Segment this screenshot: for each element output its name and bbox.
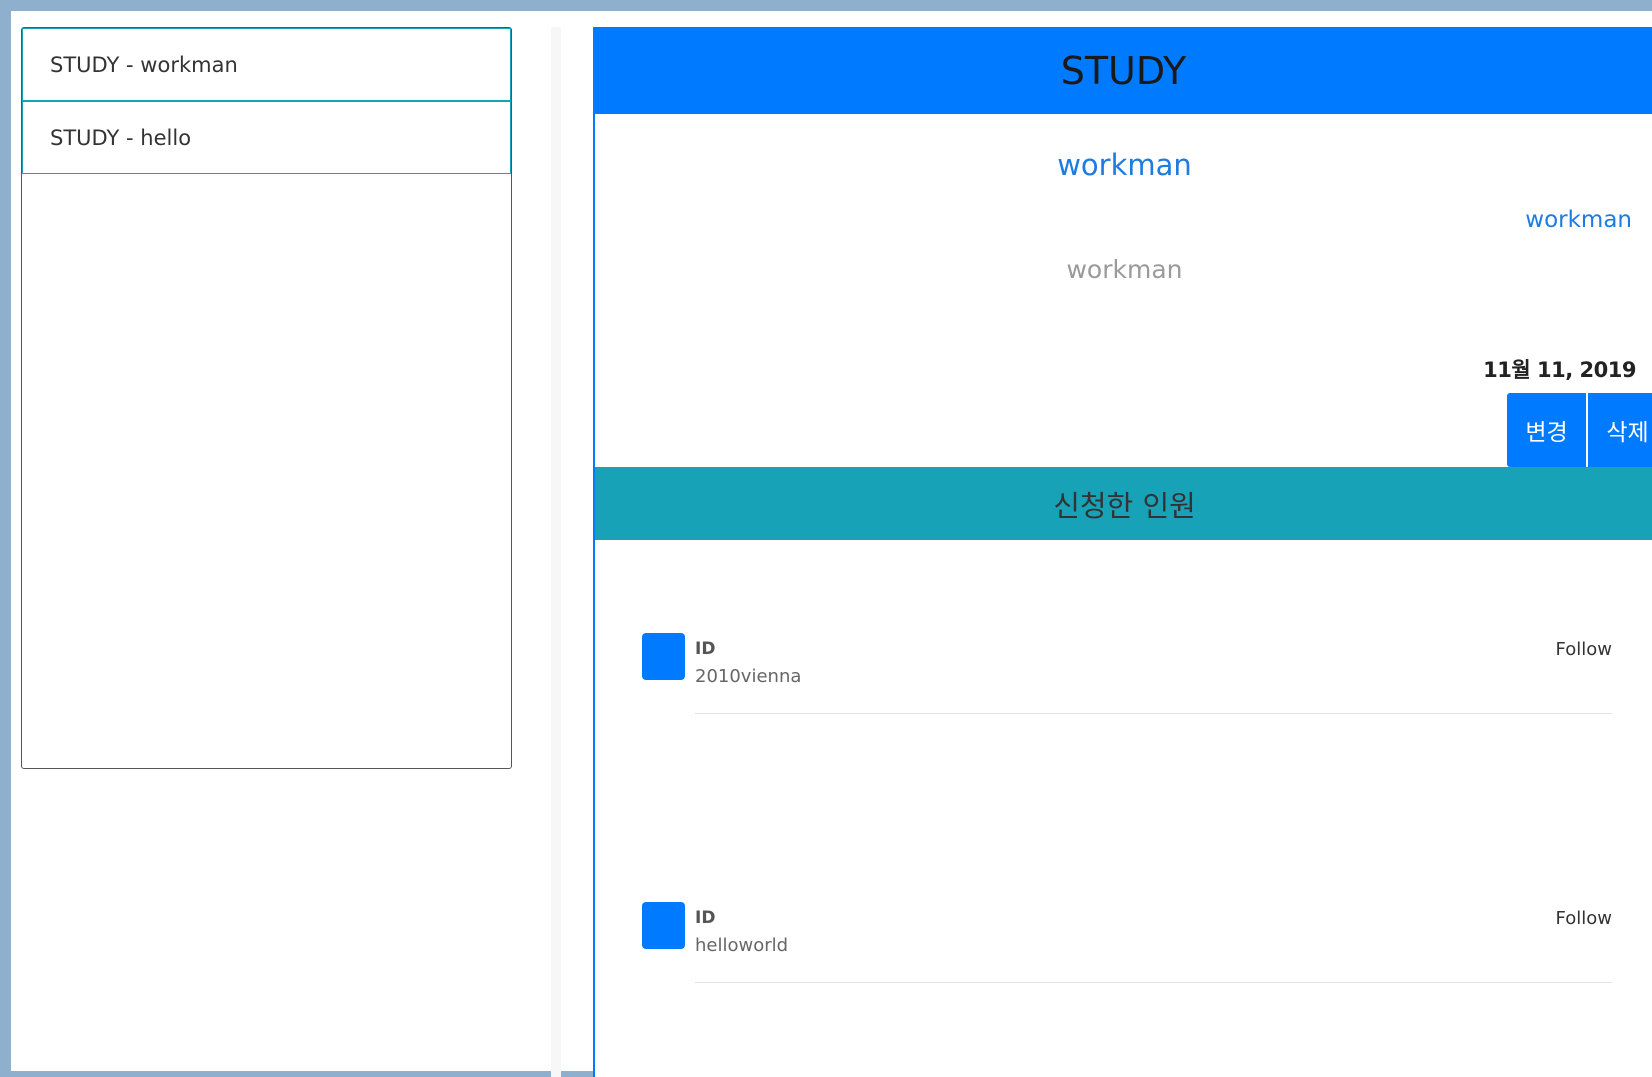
row-divider — [695, 713, 1612, 714]
delete-button[interactable]: 삭제 — [1588, 393, 1652, 467]
avatar — [642, 633, 685, 680]
study-list-panel: STUDY - workman STUDY - hello — [21, 27, 512, 769]
member-row: ID helloworld Follow — [595, 902, 1652, 992]
study-list-item-label: STUDY - hello — [50, 125, 192, 150]
member-row: ID 2010vienna Follow — [595, 633, 1652, 723]
study-author: workman — [1525, 207, 1632, 233]
study-list-item-label: STUDY - workman — [50, 52, 238, 77]
member-id-label: ID — [695, 908, 716, 928]
card-header-title: STUDY — [1060, 48, 1187, 93]
follow-link[interactable]: Follow — [1556, 908, 1612, 929]
member-id-value: 2010vienna — [695, 666, 802, 687]
member-id-label: ID — [695, 639, 716, 659]
study-list-item-hello[interactable]: STUDY - hello — [22, 101, 511, 174]
member-id-value: helloworld — [695, 935, 789, 956]
column-divider — [551, 27, 561, 1077]
avatar — [642, 902, 685, 949]
study-title: workman — [1057, 148, 1192, 182]
page: STUDY - workman STUDY - hello STUDY work… — [11, 11, 1652, 1077]
follow-link[interactable]: Follow — [1556, 639, 1612, 660]
applicants-header-label: 신청한 인원 — [1053, 488, 1196, 523]
study-date: 11월 11, 2019 — [1483, 358, 1636, 382]
study-description: workman — [1066, 255, 1183, 284]
study-detail-card: STUDY workman workman workman 11월 11, 20… — [593, 27, 1652, 1077]
applicants-header: 신청한 인원 — [595, 467, 1652, 540]
study-list-item-workman[interactable]: STUDY - workman — [22, 28, 511, 101]
card-header: STUDY — [595, 27, 1652, 114]
edit-button[interactable]: 변경 — [1507, 393, 1586, 467]
row-divider — [695, 982, 1612, 983]
